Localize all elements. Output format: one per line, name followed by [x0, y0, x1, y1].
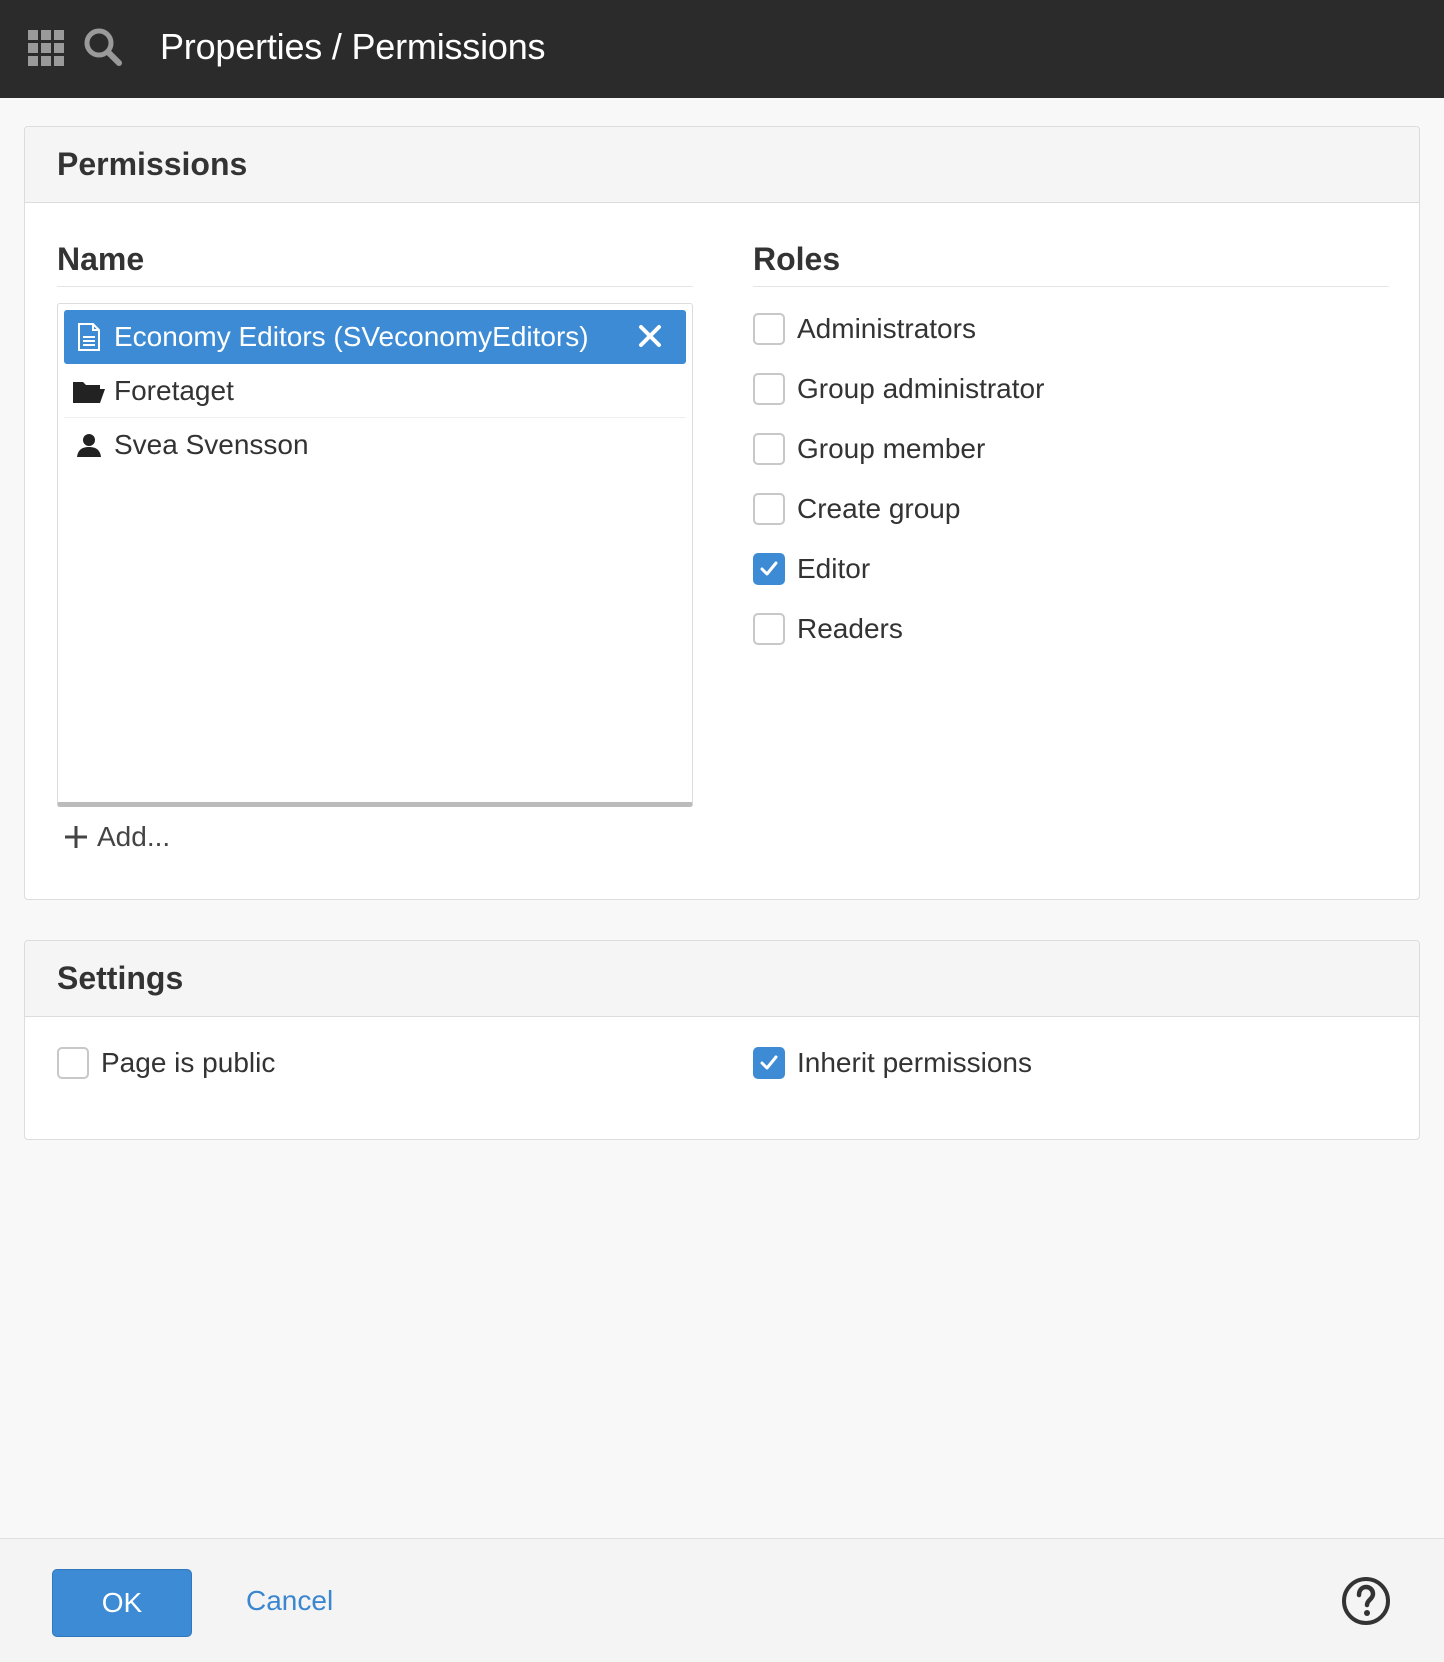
folder-icon — [72, 376, 106, 406]
group-administrator-checkbox[interactable] — [753, 373, 785, 405]
role-editor[interactable]: Editor — [753, 539, 1393, 599]
role-create-group[interactable]: Create group — [753, 479, 1393, 539]
administrators-checkbox[interactable] — [753, 313, 785, 345]
role-group-administrator[interactable]: Group administrator — [753, 359, 1393, 419]
help-icon[interactable] — [1340, 1575, 1392, 1627]
close-icon[interactable] — [636, 322, 664, 350]
permissions-panel: Permissions Name Roles Economy Editors (… — [24, 126, 1420, 900]
name-list[interactable]: Economy Editors (SVeconomyEditors) Foret… — [57, 303, 693, 807]
name-list-item-foretaget[interactable]: Foretaget — [64, 364, 686, 418]
create-group-checkbox[interactable] — [753, 493, 785, 525]
dialog-footer: OK Cancel — [0, 1538, 1444, 1662]
permissions-title: Permissions — [57, 146, 248, 182]
cancel-button[interactable]: Cancel — [246, 1585, 333, 1617]
role-group-member[interactable]: Group member — [753, 419, 1393, 479]
readers-checkbox[interactable] — [753, 613, 785, 645]
ok-button[interactable]: OK — [52, 1569, 192, 1637]
checkmark-icon — [760, 1055, 778, 1070]
inherit-permissions-checkbox[interactable] — [753, 1047, 785, 1079]
role-label: Readers — [797, 613, 903, 644]
name-column-heading: Name — [57, 241, 693, 287]
name-list-item-label: Svea Svensson — [114, 429, 309, 460]
page-public-setting[interactable]: Page is public — [57, 1047, 275, 1079]
permissions-panel-header: Permissions — [25, 127, 1419, 203]
add-label: Add... — [97, 821, 171, 852]
settings-panel-header: Settings — [25, 941, 1419, 1017]
document-icon — [72, 322, 106, 352]
settings-panel: Settings Page is public Inherit permissi… — [24, 940, 1420, 1140]
name-list-item-label: Foretaget — [114, 374, 234, 406]
page-public-checkbox[interactable] — [57, 1047, 89, 1079]
page-public-label: Page is public — [101, 1047, 276, 1078]
role-label: Editor — [797, 553, 871, 584]
editor-checkbox[interactable] — [753, 553, 785, 585]
add-button[interactable]: Add... — [63, 821, 170, 853]
apps-grid-icon[interactable] — [28, 30, 64, 66]
role-readers[interactable]: Readers — [753, 599, 1393, 659]
group-member-checkbox[interactable] — [753, 433, 785, 465]
role-label: Group administrator — [797, 373, 1045, 404]
role-label: Create group — [797, 493, 961, 524]
settings-title: Settings — [57, 960, 184, 996]
role-label: Group member — [797, 433, 986, 464]
checkmark-icon — [760, 561, 778, 576]
role-label: Administrators — [797, 313, 976, 344]
page-title: Properties / Permissions — [160, 26, 546, 67]
search-icon[interactable] — [82, 26, 124, 68]
name-list-item-economy-editors[interactable]: Economy Editors (SVeconomyEditors) — [64, 310, 686, 364]
role-administrators[interactable]: Administrators — [753, 299, 1393, 359]
inherit-permissions-setting[interactable]: Inherit permissions — [753, 1047, 1032, 1079]
name-list-item-label: Economy Editors (SVeconomyEditors) — [114, 321, 589, 352]
roles-column-heading: Roles — [753, 241, 1389, 287]
plus-icon — [65, 826, 87, 848]
inherit-permissions-label: Inherit permissions — [797, 1047, 1032, 1078]
user-icon — [72, 430, 106, 460]
top-bar: Properties / Permissions — [0, 0, 1444, 98]
name-list-item-svea-svensson[interactable]: Svea Svensson — [64, 418, 686, 472]
roles-list: Administrators Group administrator Group… — [753, 299, 1393, 659]
